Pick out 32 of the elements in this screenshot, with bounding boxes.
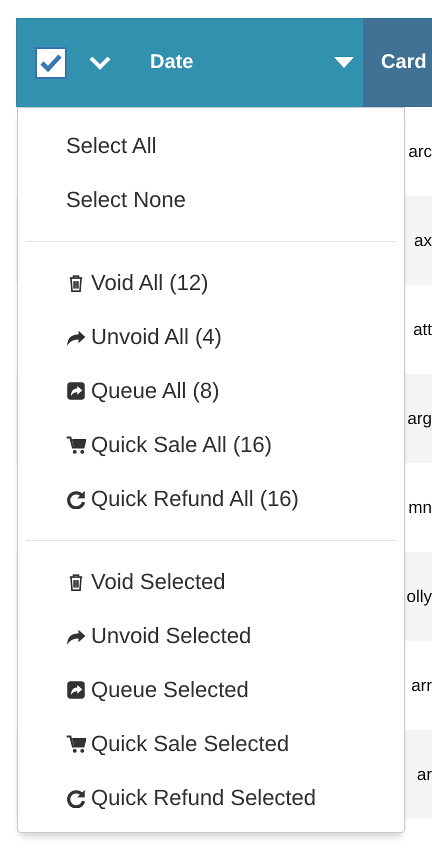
caret-down-icon[interactable] <box>334 57 354 68</box>
menu-item[interactable]: Void Selected <box>18 555 404 609</box>
column-header[interactable]: Card <box>363 18 432 107</box>
table-cell: olly <box>406 586 432 606</box>
menu-item[interactable]: Queue Selected <box>18 663 404 717</box>
column-header[interactable]: Date <box>16 18 363 107</box>
redo-icon <box>66 489 86 509</box>
menu-item[interactable]: Unvoid All (4) <box>18 310 404 364</box>
table-cell: arg <box>407 408 432 428</box>
table-cell: att <box>413 320 432 340</box>
menu-item[interactable]: Quick Sale Selected <box>18 717 404 771</box>
table-cell: ax <box>414 230 432 250</box>
table-cell: arr <box>411 676 432 696</box>
checkmark-icon <box>39 52 63 72</box>
redo-icon <box>66 788 86 808</box>
table-cell: arc <box>408 142 432 162</box>
menu-item[interactable]: Queue All (8) <box>18 364 404 418</box>
menu-item[interactable]: Quick Refund Selected <box>18 771 404 825</box>
chevron-down-icon[interactable] <box>89 56 111 70</box>
share-icon <box>66 680 86 700</box>
menu-item[interactable]: Quick Refund All (16) <box>18 472 404 526</box>
cart-icon <box>66 734 86 754</box>
menu-item[interactable]: Void All (12) <box>18 256 404 310</box>
share-icon <box>66 381 86 401</box>
menu-item[interactable]: Unvoid Selected <box>18 609 404 663</box>
menu-item[interactable]: Quick Sale All (16) <box>18 418 404 472</box>
table-cell: ar <box>416 764 432 784</box>
cart-icon <box>66 435 86 455</box>
menu-item[interactable]: Select None <box>18 173 404 227</box>
table-cell: mn <box>408 498 432 518</box>
checkbox[interactable] <box>35 46 67 78</box>
menu-item[interactable]: Select All <box>18 119 404 173</box>
